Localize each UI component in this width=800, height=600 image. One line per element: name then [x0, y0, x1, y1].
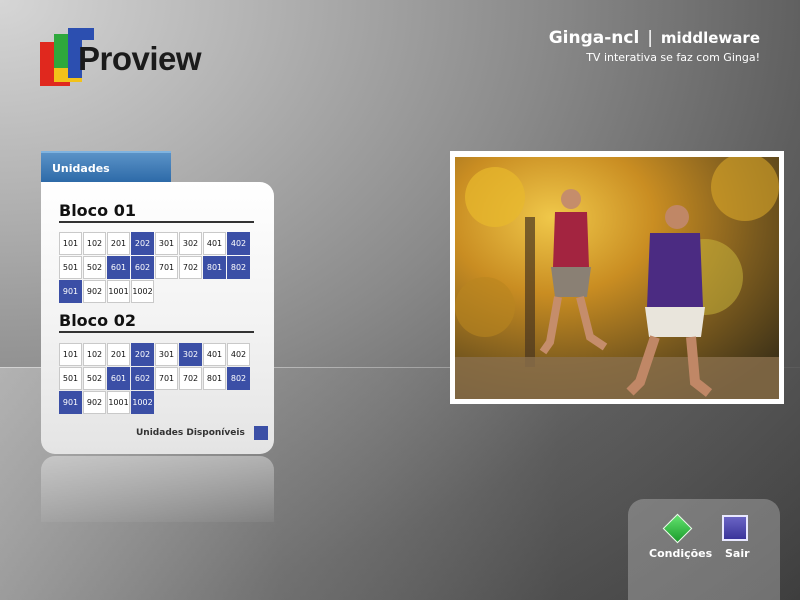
unit-cell[interactable]: 702 [179, 256, 202, 279]
unit-cell[interactable]: 502 [83, 256, 106, 279]
unit-cell[interactable]: 401 [203, 232, 226, 255]
unit-cell[interactable]: 901 [59, 391, 82, 414]
ginga-title: Ginga-ncl [548, 28, 640, 48]
unit-cell[interactable]: 201 [107, 343, 130, 366]
unit-cell[interactable]: 802 [227, 256, 250, 279]
unit-cell[interactable]: 702 [179, 367, 202, 390]
unit-cell[interactable]: 401 [203, 343, 226, 366]
unit-cell[interactable]: 502 [83, 367, 106, 390]
legend-label: Unidades Disponíveis [136, 428, 245, 438]
unit-cell[interactable]: 601 [107, 367, 130, 390]
unit-cell[interactable]: 302 [179, 232, 202, 255]
bloco-01-grid: 101 102 201 202 301 302 401 402 501 502 601 602 701 7… [59, 232, 250, 303]
legend-swatch [253, 426, 268, 440]
unit-cell[interactable]: 201 [107, 232, 130, 255]
unit-cell[interactable]: 402 [227, 343, 250, 366]
unit-cell[interactable]: 202 [131, 232, 154, 255]
condicoes-button-label[interactable]: Condições [649, 547, 712, 560]
unit-cell[interactable]: 101 [59, 343, 82, 366]
unit-cell[interactable]: 202 [131, 343, 154, 366]
joggers-photo [455, 157, 779, 399]
tab-unidades-disponiveis[interactable]: Unidades Disponíveis [41, 151, 171, 206]
unit-cell[interactable]: 802 [227, 367, 250, 390]
bloco-02-title: Bloco 02 [59, 311, 136, 330]
ginga-tagline: TV interativa se faz com Ginga! [586, 51, 760, 64]
unit-cell[interactable]: 501 [59, 256, 82, 279]
unit-cell[interactable]: 601 [107, 256, 130, 279]
unit-cell[interactable]: 902 [83, 391, 106, 414]
ginga-header: Ginga-ncl | middleware TV interativa se … [549, 28, 760, 64]
logo-text: Proview [78, 40, 202, 77]
unit-cell[interactable]: 1001 [107, 391, 130, 414]
bloco-01-title: Bloco 01 [59, 201, 136, 220]
unit-cell[interactable]: 701 [155, 256, 178, 279]
unit-cell[interactable]: 801 [203, 367, 226, 390]
photo-frame [450, 151, 784, 404]
unit-cell[interactable]: 501 [59, 367, 82, 390]
ginga-separator: | [647, 28, 653, 48]
unit-cell[interactable]: 301 [155, 232, 178, 255]
ginga-middleware-label: middleware [660, 29, 760, 47]
unit-cell[interactable]: 102 [83, 343, 106, 366]
blue-square-icon[interactable] [722, 515, 748, 541]
unit-cell[interactable]: 301 [155, 343, 178, 366]
units-panel-reflection [41, 456, 274, 522]
unit-cell[interactable]: 1002 [131, 391, 154, 414]
unit-cell[interactable]: 902 [83, 280, 106, 303]
bloco-02-divider [59, 331, 254, 333]
unit-cell[interactable]: 402 [227, 232, 250, 255]
sair-button-label[interactable]: Sair [725, 547, 750, 560]
unit-cell[interactable]: 1002 [131, 280, 154, 303]
unit-cell[interactable]: 801 [203, 256, 226, 279]
unit-cell[interactable]: 1001 [107, 280, 130, 303]
unit-cell[interactable]: 901 [59, 280, 82, 303]
unit-cell[interactable]: 302 [179, 343, 202, 366]
proview-logo: Proview [40, 28, 210, 92]
unit-cell[interactable]: 101 [59, 232, 82, 255]
unit-cell[interactable]: 102 [83, 232, 106, 255]
bloco-02-grid: 101 102 201 202 301 302 401 402 501 502 601 602 701 7… [59, 343, 250, 414]
unit-cell[interactable]: 701 [155, 367, 178, 390]
unit-cell[interactable]: 602 [131, 256, 154, 279]
unit-cell[interactable]: 602 [131, 367, 154, 390]
ginga-title-line: Ginga-ncl | middleware [549, 28, 760, 48]
availability-legend: Unidades Disponíveis [136, 426, 268, 440]
bloco-01-divider [59, 221, 254, 223]
